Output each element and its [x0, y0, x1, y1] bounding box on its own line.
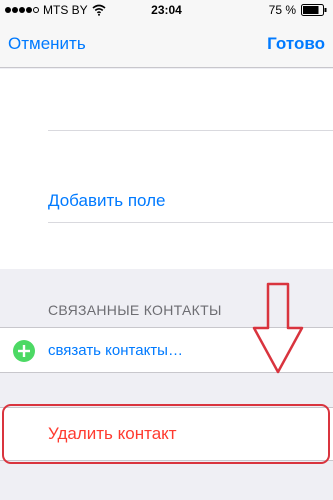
add-icon[interactable] — [12, 339, 36, 363]
delete-contact-button[interactable]: Удалить контакт — [48, 424, 177, 444]
link-contacts-row[interactable]: связать контакты… — [0, 327, 333, 373]
battery-icon — [301, 4, 327, 16]
linked-contacts-header: СВЯЗАННЫЕ КОНТАКТЫ — [48, 302, 222, 318]
edit-fields-section: Добавить поле — [0, 69, 333, 269]
done-button[interactable]: Готово — [267, 34, 325, 54]
field-separator — [48, 130, 333, 131]
delete-contact-row[interactable]: Удалить контакт — [0, 407, 333, 461]
field-separator — [48, 222, 333, 223]
cancel-button[interactable]: Отменить — [8, 34, 86, 54]
link-contacts-label[interactable]: связать контакты… — [48, 342, 183, 359]
nav-bar: Отменить Готово — [0, 20, 333, 68]
add-field-button[interactable]: Добавить поле — [48, 191, 166, 211]
status-right: 75 % — [269, 3, 327, 17]
status-bar: MTS BY 23:04 75 % — [0, 0, 333, 20]
battery-percent: 75 % — [268, 3, 296, 17]
